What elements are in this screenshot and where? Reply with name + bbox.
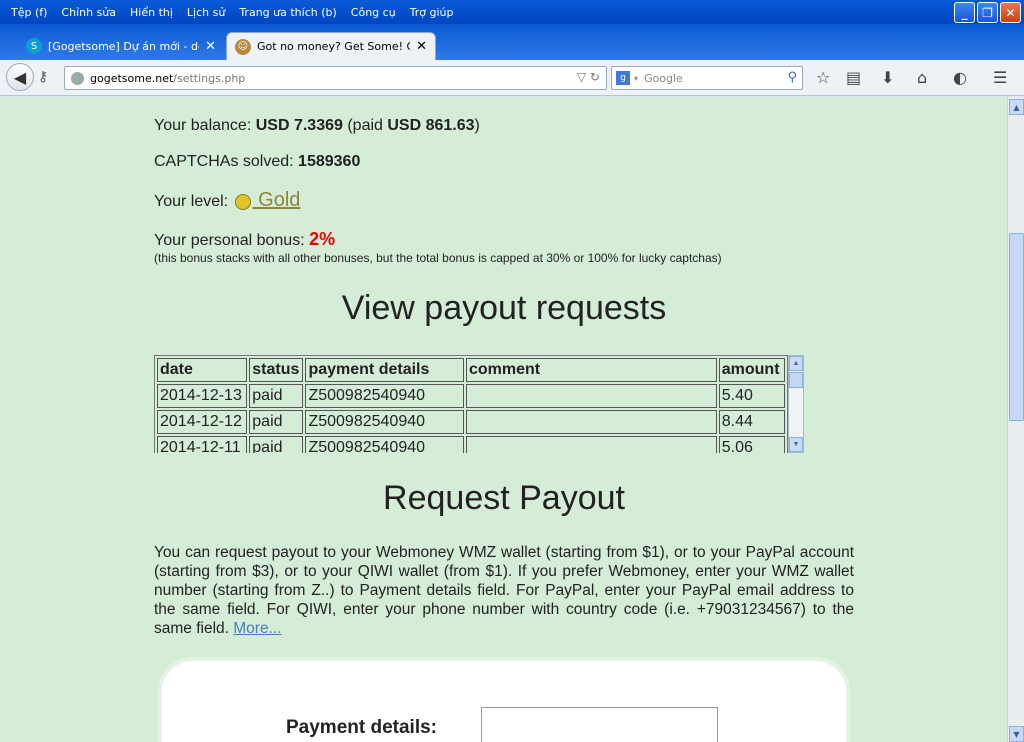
menu-file[interactable]: Tệp (f) — [4, 6, 54, 19]
table-scrollbar[interactable]: ▲ ▼ — [788, 355, 804, 453]
bonus-note: (this bonus stacks with all other bonuse… — [154, 251, 722, 265]
bonus-line: Your personal bonus: 2% — [154, 229, 335, 250]
more-link[interactable]: More... — [233, 620, 281, 637]
cell-date: 2014-12-11 — [157, 436, 248, 453]
bonus-value: 2% — [309, 229, 336, 249]
search-bar[interactable]: g ▾ Google ⚲ — [611, 66, 803, 90]
cell-comment — [465, 410, 717, 434]
paid-close: ) — [474, 117, 480, 134]
url-host: gogetsome.net — [90, 71, 174, 85]
tab-close-icon[interactable]: ✕ — [205, 39, 216, 54]
home-icon[interactable]: ⌂ — [917, 68, 927, 87]
level-label: Your level: — [154, 193, 233, 210]
column-header-payment-details: payment details — [305, 358, 464, 382]
cell-status: paid — [249, 410, 304, 434]
payout-requests-heading: View payout requests — [341, 289, 667, 327]
cell-amount: 5.40 — [718, 384, 785, 408]
page-content: Your balance: USD 7.3369 (paid USD 861.6… — [0, 97, 1007, 742]
payout-form-card: Payment details: — [158, 657, 850, 742]
navigation-bar: ◀ ⚷ gogetsome.net/settings.php ▽ ↻ g ▾ G… — [0, 60, 1024, 96]
skype-favicon-icon: S — [26, 38, 42, 54]
cell-payment-details: Z500982540940 — [305, 436, 464, 453]
menu-edit[interactable]: Chỉnh sửa — [54, 6, 123, 19]
cell-status: paid — [249, 436, 304, 453]
url-path: /settings.php — [173, 71, 246, 85]
globe-icon — [71, 71, 84, 85]
window-controls: _ ❐ ✕ — [954, 2, 1021, 23]
tab-strip: S [Gogetsome] Dự án mới - dễ ... ✕ ☺ Got… — [0, 24, 1024, 78]
sync-icon[interactable]: ◐ — [953, 68, 967, 87]
table-row: 2014-12-13 paid Z500982540940 5.40 — [157, 384, 785, 408]
minimize-icon[interactable]: _ — [954, 2, 975, 23]
page-scrollbar[interactable]: ▲ ▼ — [1007, 97, 1024, 742]
payout-description: You can request payout to your Webmoney … — [154, 543, 854, 638]
payout-table: date status payment details comment amou… — [154, 355, 788, 453]
menu-help[interactable]: Trợ giúp — [403, 6, 461, 19]
google-engine-icon[interactable]: g — [616, 71, 630, 85]
captchas-value: 1589360 — [298, 153, 361, 170]
reload-icon[interactable]: ▽ ↻ — [577, 70, 600, 84]
hamburger-menu-icon[interactable]: ☰ — [993, 68, 1007, 87]
scroll-down-arrow-icon[interactable]: ▼ — [789, 437, 803, 452]
table-row: 2014-12-12 paid Z500982540940 8.44 — [157, 410, 785, 434]
search-dropdown-icon[interactable]: ▾ — [634, 74, 638, 83]
reading-list-icon[interactable]: ▤ — [846, 68, 861, 87]
paid-value: USD 861.63 — [387, 117, 475, 134]
tab-gogetsome-settings[interactable]: ☺ Got no money? Get Some! Go... ✕ — [226, 32, 436, 60]
back-arrow-icon[interactable]: ◀ — [6, 63, 34, 91]
table-scroll-thumb[interactable] — [789, 372, 803, 388]
bonus-label: Your personal bonus: — [154, 232, 310, 249]
cell-comment — [465, 384, 717, 408]
gogetsome-favicon-icon: ☺ — [235, 38, 251, 55]
cell-amount: 8.44 — [718, 410, 785, 434]
captchas-label: CAPTCHAs solved: — [154, 153, 299, 170]
cell-status: paid — [249, 384, 304, 408]
tab-title: Got no money? Get Some! Go... — [257, 40, 410, 53]
menu-bookmarks[interactable]: Trang ưa thích (b) — [232, 6, 343, 19]
payment-details-label: Payment details: — [286, 717, 437, 738]
cell-comment — [465, 436, 717, 453]
key-icon[interactable]: ⚷ — [38, 69, 48, 85]
paid-label: (paid — [342, 117, 388, 134]
tab-title: [Gogetsome] Dự án mới - dễ ... — [48, 39, 199, 53]
column-header-date: date — [157, 358, 248, 382]
cell-payment-details: Z500982540940 — [305, 410, 464, 434]
search-icon[interactable]: ⚲ — [787, 70, 797, 85]
cell-amount: 5.06 — [718, 436, 785, 453]
download-icon[interactable]: ⬇ — [881, 68, 894, 87]
restore-icon[interactable]: ❐ — [977, 2, 998, 23]
menu-view[interactable]: Hiển thị — [123, 6, 180, 19]
level-link[interactable]: Gold — [253, 189, 300, 211]
scroll-up-arrow-icon[interactable]: ▲ — [789, 356, 803, 371]
tab-gogetsome-forum[interactable]: S [Gogetsome] Dự án mới - dễ ... ✕ — [18, 32, 224, 60]
captchas-line: CAPTCHAs solved: 1589360 — [154, 153, 360, 171]
balance-value: USD 7.3369 — [255, 117, 343, 134]
search-placeholder: Google — [644, 71, 683, 85]
payment-details-input[interactable] — [481, 707, 718, 742]
level-line: Your level: Gold — [154, 189, 300, 212]
menu-tools[interactable]: Công cụ — [344, 6, 403, 19]
column-header-comment: comment — [465, 358, 717, 382]
column-header-status: status — [249, 358, 304, 382]
page-scroll-thumb[interactable] — [1009, 233, 1024, 421]
gold-level-icon — [234, 193, 251, 210]
url-bar[interactable]: gogetsome.net/settings.php ▽ ↻ — [64, 66, 607, 90]
balance-line: Your balance: USD 7.3369 (paid USD 861.6… — [154, 117, 480, 135]
scroll-up-arrow-icon[interactable]: ▲ — [1009, 99, 1024, 115]
cell-payment-details: Z500982540940 — [305, 384, 464, 408]
tab-close-icon[interactable]: ✕ — [416, 39, 427, 54]
close-window-icon[interactable]: ✕ — [1000, 2, 1021, 23]
menu-bar: Tệp (f) Chỉnh sửa Hiển thị Lịch sử Trang… — [0, 0, 1024, 24]
menu-history[interactable]: Lịch sử — [180, 6, 232, 19]
scroll-down-arrow-icon[interactable]: ▼ — [1009, 726, 1024, 742]
request-payout-heading: Request Payout — [383, 479, 625, 517]
payout-table-container[interactable]: date status payment details comment amou… — [154, 355, 804, 453]
cell-date: 2014-12-12 — [157, 410, 248, 434]
column-header-amount: amount — [718, 358, 785, 382]
cell-date: 2014-12-13 — [157, 384, 248, 408]
balance-label: Your balance: — [154, 117, 256, 134]
table-row: 2014-12-11 paid Z500982540940 5.06 — [157, 436, 785, 453]
bookmark-star-icon[interactable]: ☆ — [816, 68, 830, 87]
table-header-row: date status payment details comment amou… — [157, 358, 785, 382]
